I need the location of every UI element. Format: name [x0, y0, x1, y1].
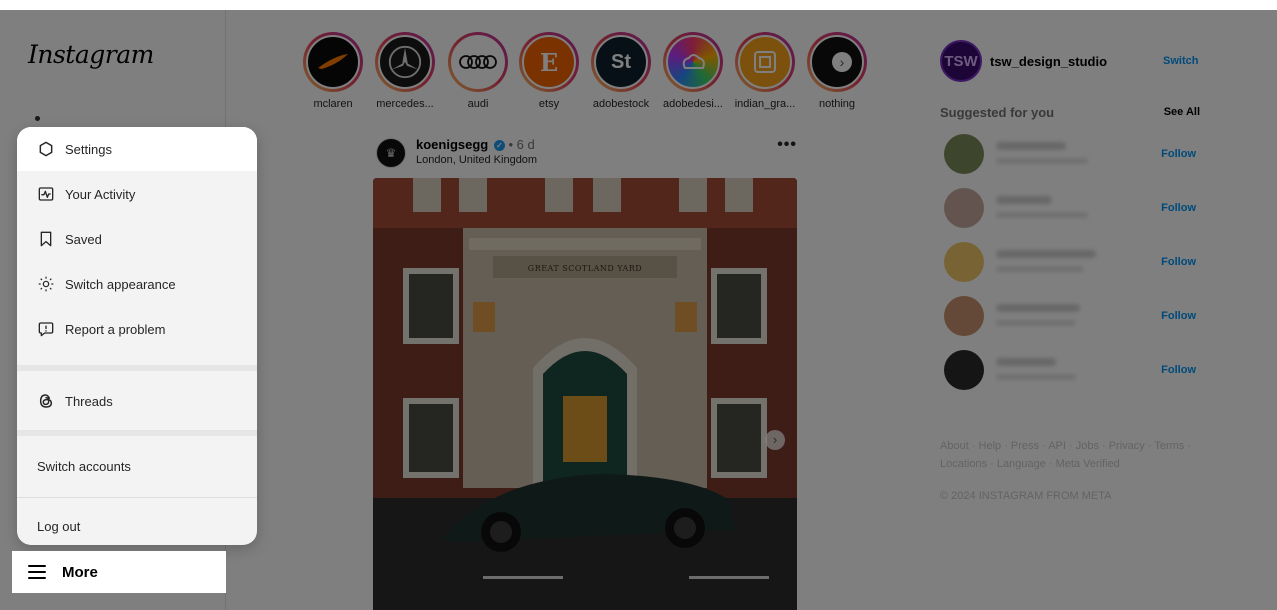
gear-icon — [37, 140, 55, 158]
menu-item-label: Log out — [37, 518, 81, 534]
menu-item-settings[interactable]: Settings — [17, 127, 257, 171]
hamburger-icon — [28, 565, 46, 579]
report-icon — [37, 320, 55, 338]
menu-item-label: Threads — [65, 393, 113, 409]
menu-item-saved[interactable]: Saved — [17, 217, 257, 261]
menu-item-your-activity[interactable]: Your Activity — [17, 172, 257, 216]
menu-item-label: Switch appearance — [65, 276, 176, 292]
threads-icon — [37, 392, 55, 410]
menu-item-label: Your Activity — [65, 186, 136, 202]
menu-item-report-problem[interactable]: Report a problem — [17, 307, 257, 351]
menu-item-log-out[interactable]: Log out — [17, 504, 257, 545]
more-button-label: More — [62, 563, 98, 581]
sun-icon — [37, 275, 55, 293]
menu-item-switch-appearance[interactable]: Switch appearance — [17, 262, 257, 306]
more-menu: Settings Your Activity Saved Switch appe… — [17, 127, 257, 545]
instagram-window: Instagram mclaren mercedes... audi E ets… — [0, 10, 1277, 610]
menu-divider — [17, 430, 257, 436]
menu-item-label: Switch accounts — [37, 458, 131, 474]
menu-item-switch-accounts[interactable]: Switch accounts — [17, 444, 257, 488]
menu-item-label: Saved — [65, 231, 102, 247]
menu-divider — [17, 365, 257, 371]
menu-item-label: Settings — [65, 141, 112, 157]
menu-item-label: Report a problem — [65, 321, 166, 337]
menu-item-threads[interactable]: Threads — [17, 379, 257, 423]
bookmark-icon — [37, 230, 55, 248]
activity-icon — [37, 185, 55, 203]
menu-divider — [17, 497, 257, 498]
more-button[interactable]: More — [12, 551, 226, 593]
